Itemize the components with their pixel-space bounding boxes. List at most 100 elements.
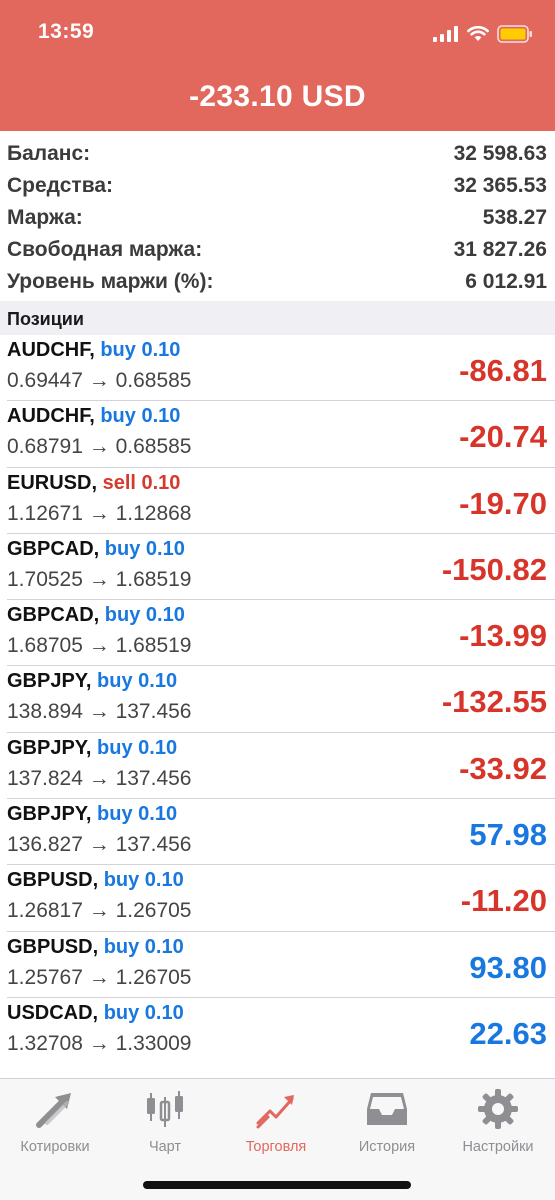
summary-label: Свободная маржа: — [7, 238, 203, 261]
position-row[interactable]: USDCAD, buy 0.10 1.32708 → 1.33009 22.63 — [7, 998, 555, 1064]
position-symbol: AUDCHF, — [7, 339, 95, 361]
position-side: buy 0.10 — [103, 1001, 184, 1024]
position-symbol: GBPCAD, — [7, 604, 100, 627]
summary-label: Уровень маржи (%): — [7, 270, 214, 293]
position-prices: 137.824 → 137.456 — [7, 766, 192, 790]
summary-label: Маржа: — [7, 206, 83, 229]
position-symbol: EURUSD, — [7, 471, 98, 494]
position-side: sell 0.10 — [102, 471, 181, 494]
position-prices: 1.68705 → 1.68519 — [7, 634, 192, 658]
position-row[interactable]: GBPCAD, buy 0.10 1.70525 → 1.68519 -150.… — [7, 534, 555, 601]
position-side: buy 0.10 — [100, 339, 181, 361]
position-profit: 93.80 — [469, 949, 547, 985]
status-time: 13:59 — [38, 20, 95, 43]
position-row[interactable]: AUDCHF, buy 0.10 0.68791 → 0.68585 -20.7… — [7, 401, 555, 468]
position-symbol: AUDCHF, — [7, 405, 95, 428]
position-title: AUDCHF, buy 0.10 — [7, 405, 180, 428]
quotes-arrows-icon — [36, 1093, 71, 1128]
position-prices: 0.68791 → 0.68585 — [7, 435, 192, 459]
position-profit: 57.98 — [469, 817, 547, 853]
position-title: GBPUSD, buy 0.10 — [7, 869, 184, 892]
position-side: buy 0.10 — [104, 604, 185, 627]
position-side: buy 0.10 — [97, 803, 178, 826]
position-profit: -11.20 — [460, 883, 547, 919]
tab-quotes[interactable]: Котировки — [0, 1087, 110, 1155]
trade-trend-icon — [256, 1095, 294, 1129]
position-symbol: GBPCAD, — [7, 537, 100, 560]
tab-history[interactable]: История — [332, 1087, 442, 1155]
position-prices: 1.70525 → 1.68519 — [7, 567, 192, 591]
summary-value: 31 827.26 — [453, 238, 547, 261]
home-indicator[interactable] — [143, 1181, 411, 1189]
summary-free-margin: Свободная маржа: 31 827.26 — [0, 234, 555, 266]
position-title: USDCAD, buy 0.10 — [7, 1002, 184, 1025]
position-row[interactable]: GBPJPY, buy 0.10 137.824 → 137.456 -33.9… — [7, 733, 555, 800]
summary-balance: Баланс: 32 598.63 — [0, 138, 555, 170]
summary-margin: Маржа: 538.27 — [0, 202, 555, 234]
position-title: EURUSD, sell 0.10 — [7, 472, 180, 495]
status-bar: 13:59 — [0, 0, 555, 70]
tab-trade[interactable]: Торговля — [221, 1087, 331, 1155]
positions-section-header: Позиции — [0, 301, 555, 335]
position-symbol: GBPJPY, — [7, 670, 92, 693]
position-side: buy 0.10 — [103, 935, 184, 958]
position-title: GBPJPY, buy 0.10 — [7, 737, 177, 760]
position-prices: 0.69447 → 0.68585 — [7, 369, 192, 392]
position-row[interactable]: AUDCHF, buy 0.10 0.69447 → 0.68585 -86.8… — [7, 335, 555, 402]
position-row[interactable]: GBPUSD, buy 0.10 1.25767 → 1.26705 93.80 — [7, 932, 555, 998]
tab-label: Торговля — [245, 1139, 307, 1155]
summary-value: 6 012.91 — [465, 270, 547, 293]
tab-label: Чарт — [148, 1139, 182, 1155]
summary-equity: Средства: 32 365.53 — [0, 170, 555, 202]
summary-value: 32 365.53 — [453, 174, 547, 197]
position-profit: -19.70 — [459, 485, 547, 521]
status-icons — [433, 24, 533, 44]
cellular-signal-icon — [433, 26, 458, 42]
tab-label: Настройки — [462, 1139, 534, 1155]
position-side: buy 0.10 — [100, 405, 181, 428]
position-title: GBPCAD, buy 0.10 — [7, 538, 185, 561]
position-side: buy 0.10 — [97, 670, 178, 693]
tab-label: Котировки — [20, 1139, 90, 1155]
position-title: GBPJPY, buy 0.10 — [7, 803, 177, 826]
position-profit: 22.63 — [469, 1015, 547, 1051]
position-prices: 1.32708 → 1.33009 — [7, 1031, 192, 1055]
wifi-icon — [467, 26, 489, 41]
account-summary: Баланс: 32 598.63 Средства: 32 365.53 Ма… — [0, 131, 555, 301]
position-symbol: GBPUSD, — [7, 935, 99, 958]
tab-settings[interactable]: Настройки — [443, 1087, 553, 1155]
position-profit: -150.82 — [441, 551, 547, 587]
position-row[interactable]: GBPJPY, buy 0.10 138.894 → 137.456 -132.… — [7, 666, 555, 733]
summary-label: Баланс: — [7, 142, 91, 165]
position-prices: 1.26817 → 1.26705 — [7, 899, 192, 923]
positions-list[interactable]: AUDCHF, buy 0.10 0.69447 → 0.68585 -86.8… — [0, 335, 555, 1078]
position-symbol: GBPJPY, — [7, 803, 92, 826]
position-row[interactable]: GBPUSD, buy 0.10 1.26817 → 1.26705 -11.2… — [7, 865, 555, 932]
position-prices: 1.12671 → 1.12868 — [7, 501, 192, 525]
battery-icon — [497, 25, 532, 43]
floating-profit-total: -233.10 USD — [189, 80, 366, 113]
position-title: AUDCHF, buy 0.10 — [7, 339, 180, 362]
position-profit: -13.99 — [459, 618, 547, 654]
position-side: buy 0.10 — [104, 537, 185, 560]
position-row[interactable]: EURUSD, sell 0.10 1.12671 → 1.12868 -19.… — [7, 468, 555, 534]
summary-label: Средства: — [7, 174, 113, 197]
position-symbol: GBPJPY, — [7, 736, 92, 759]
position-prices: 1.25767 → 1.26705 — [7, 965, 192, 989]
candlestick-chart-icon — [147, 1091, 183, 1127]
position-title: GBPCAD, buy 0.10 — [7, 604, 185, 627]
position-profit: -20.74 — [459, 419, 547, 455]
position-row[interactable]: GBPCAD, buy 0.10 1.68705 → 1.68519 -13.9… — [7, 600, 555, 667]
settings-gear-icon — [478, 1089, 518, 1129]
tab-chart[interactable]: Чарт — [110, 1087, 220, 1155]
position-title: GBPJPY, buy 0.10 — [7, 670, 177, 693]
position-prices: 138.894 → 137.456 — [7, 700, 192, 724]
position-profit: -132.55 — [441, 684, 547, 720]
summary-value: 32 598.63 — [453, 142, 547, 165]
position-side: buy 0.10 — [103, 869, 184, 892]
position-row[interactable]: GBPJPY, buy 0.10 136.827 → 137.456 57.98 — [7, 799, 555, 866]
position-prices: 136.827 → 137.456 — [7, 833, 192, 857]
position-symbol: USDCAD, — [7, 1001, 99, 1024]
account-header: 13:59 -233.10 USD — [0, 0, 555, 131]
position-side: buy 0.10 — [97, 736, 178, 759]
